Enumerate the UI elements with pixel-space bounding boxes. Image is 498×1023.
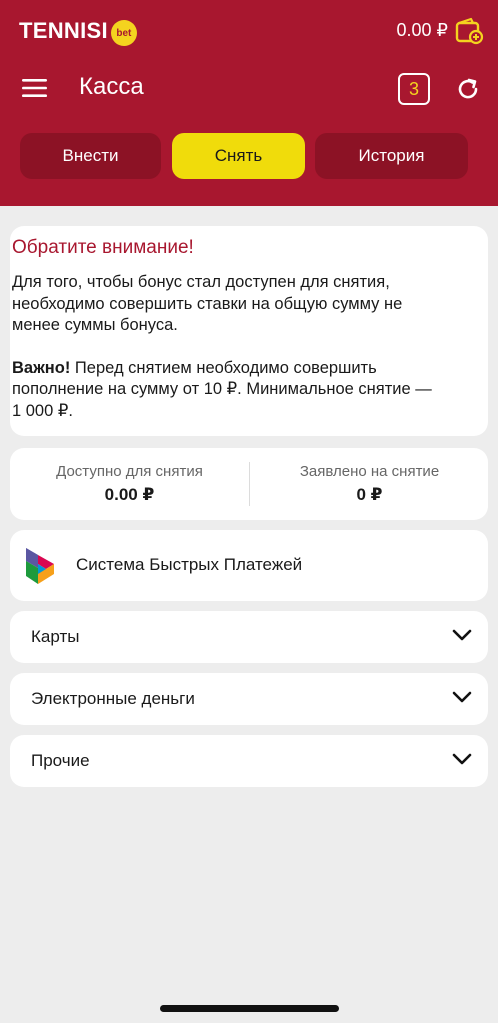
hamburger-menu-icon[interactable]: [22, 78, 48, 98]
wallet-icon[interactable]: [454, 16, 484, 46]
notice-line: Перед снятием необходимо совершить: [70, 358, 377, 377]
app-header: TENNISI bet 0.00 ₽ Касса 3 Внести Снять …: [0, 0, 498, 206]
requested-stat: Заявлено на снятие 0 ₽: [250, 448, 489, 520]
notice-line: Для того, чтобы бонус стал доступен для …: [12, 273, 390, 291]
brand-badge: bet: [110, 20, 137, 46]
notice-line: пополнение на сумму от 10 ₽. Минимальное…: [12, 380, 432, 398]
accordion-cards[interactable]: Карты: [10, 611, 488, 663]
chevron-down-icon: [452, 629, 472, 641]
important-label: Важно!: [12, 358, 71, 377]
notice-body: Для того, чтобы бонус стал доступен для …: [12, 272, 486, 337]
payment-method-sbp[interactable]: Система Быстрых Платежей: [10, 530, 488, 601]
balance-display[interactable]: 0.00 ₽: [397, 20, 449, 41]
page-title: Касса: [79, 73, 144, 100]
brand-logo[interactable]: TENNISI bet: [19, 16, 137, 46]
notice-line: 1 000 ₽.: [12, 401, 73, 420]
available-stat: Доступно для снятия 0.00 ₽: [10, 448, 249, 520]
withdraw-stats-card: Доступно для снятия 0.00 ₽ Заявлено на с…: [10, 448, 488, 520]
chevron-down-icon: [452, 753, 472, 765]
requested-value: 0 ₽: [356, 485, 383, 504]
cashier-tabs: Внести Снять История: [20, 133, 468, 179]
brand-name: TENNISI: [19, 18, 108, 43]
notice-title: Обратите внимание!: [12, 237, 194, 258]
notice-important: Важно! Перед снятием необходимо совершит…: [12, 358, 486, 423]
bet-slip-button[interactable]: 3: [398, 73, 430, 105]
tab-withdraw[interactable]: Снять: [172, 133, 305, 179]
notice-line: необходимо совершить ставки на общую сум…: [12, 294, 403, 313]
accordion-other[interactable]: Прочие: [10, 735, 488, 787]
accordion-label: Электронные деньги: [31, 689, 195, 708]
accordion-e-money[interactable]: Электронные деньги: [10, 673, 488, 725]
accordion-label: Прочие: [31, 751, 90, 770]
tab-history[interactable]: История: [315, 133, 468, 179]
available-value: 0.00 ₽: [104, 485, 155, 504]
refresh-icon[interactable]: [454, 75, 482, 103]
sbp-logo-icon: [26, 548, 54, 584]
available-label: Доступно для снятия: [56, 463, 203, 480]
home-indicator[interactable]: [160, 1005, 339, 1012]
chevron-down-icon: [452, 691, 472, 703]
accordion-label: Карты: [31, 627, 80, 646]
notice-line: менее суммы бонуса.: [12, 316, 178, 334]
notice-card: Обратите внимание! Для того, чтобы бонус…: [10, 226, 488, 436]
sbp-label: Система Быстрых Платежей: [76, 555, 303, 574]
bet-slip-count: 3: [408, 78, 419, 99]
tab-deposit[interactable]: Внести: [20, 133, 161, 179]
requested-label: Заявлено на снятие: [299, 463, 440, 480]
